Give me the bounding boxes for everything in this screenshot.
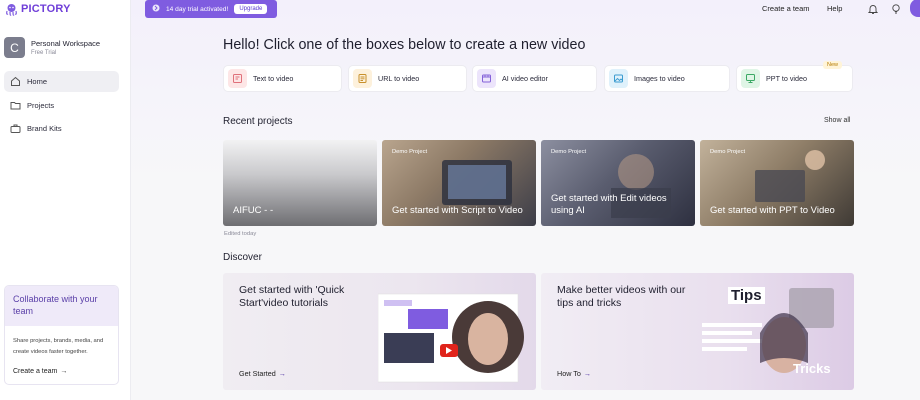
project-title: Get started with PPT to Video bbox=[710, 205, 835, 216]
sidebar: PICTORY C Personal Workspace Free Trial … bbox=[0, 0, 131, 400]
rocket-icon bbox=[152, 4, 160, 14]
home-icon bbox=[10, 76, 21, 87]
trial-banner: 14 day trial activated! Upgrade bbox=[145, 0, 277, 18]
discover-title: Discover bbox=[223, 252, 262, 263]
sidebar-item-home[interactable]: Home bbox=[4, 71, 119, 92]
tricks-overlay-text: Tricks bbox=[793, 361, 831, 376]
arrow-right-icon: → bbox=[583, 369, 592, 378]
upgrade-button[interactable]: Upgrade bbox=[234, 4, 268, 14]
text-to-video-label: Text to video bbox=[253, 74, 294, 83]
sidebar-nav: Home Projects Brand Kits bbox=[4, 71, 119, 142]
ai-video-editor-label: AI video editor bbox=[502, 74, 548, 83]
images-to-video-button[interactable]: Images to video bbox=[604, 65, 730, 92]
page-headline: Hello! Click one of the boxes below to c… bbox=[223, 37, 586, 53]
edited-timestamp: Edited today bbox=[224, 231, 257, 237]
sidebar-item-brand-kits[interactable]: Brand Kits bbox=[4, 118, 119, 139]
sidebar-item-label: Home bbox=[27, 77, 48, 86]
video-editor-icon bbox=[477, 69, 496, 88]
tips-overlay-text: Tips bbox=[728, 287, 765, 304]
arrow-right-icon: → bbox=[60, 368, 68, 375]
how-to-label: How To bbox=[557, 369, 581, 378]
arrow-right-icon: → bbox=[278, 369, 286, 378]
ppt-to-video-icon bbox=[741, 69, 760, 88]
project-card[interactable]: AIFUC - - bbox=[223, 140, 377, 226]
briefcase-icon bbox=[10, 123, 21, 134]
project-card[interactable]: Demo Project Get started with PPT to Vid… bbox=[700, 140, 854, 226]
discover-card-tips[interactable]: Make better videos with our tips and tri… bbox=[541, 273, 854, 390]
demo-project-tag: Demo Project bbox=[551, 149, 587, 155]
url-to-video-button[interactable]: URL to video bbox=[348, 65, 467, 92]
project-title: AIFUC - - bbox=[233, 205, 274, 216]
demo-project-tag: Demo Project bbox=[392, 149, 428, 155]
sidebar-item-label: Brand Kits bbox=[27, 124, 62, 133]
collaborate-card: Collaborate with your team Share project… bbox=[4, 285, 119, 385]
project-title: Get started with Script to Video bbox=[392, 205, 523, 216]
folder-icon bbox=[10, 100, 21, 111]
project-card[interactable]: Demo Project Get started with Edit video… bbox=[541, 140, 695, 226]
create-team-link[interactable]: Create a team → bbox=[13, 368, 67, 375]
workspace-switcher[interactable]: C Personal Workspace Free Trial bbox=[4, 37, 100, 58]
octopus-logo-icon bbox=[6, 3, 17, 16]
sidebar-item-label: Projects bbox=[27, 100, 55, 110]
get-started-link[interactable]: Get Started → bbox=[239, 369, 286, 378]
pictory-logo[interactable]: PICTORY bbox=[5, 2, 71, 16]
project-title: Get started with Edit videos using AI bbox=[551, 193, 667, 216]
help-button[interactable]: Help bbox=[827, 4, 842, 13]
user-avatar[interactable] bbox=[910, 0, 920, 17]
collaborate-description: Share projects, brands, media, and creat… bbox=[13, 338, 104, 355]
create-team-button[interactable]: Create a team bbox=[762, 4, 810, 13]
text-to-video-icon bbox=[228, 69, 247, 88]
create-team-link-label: Create a team bbox=[13, 368, 58, 375]
url-to-video-icon bbox=[353, 69, 372, 88]
recent-projects-title: Recent projects bbox=[223, 116, 293, 127]
images-to-video-icon bbox=[609, 69, 628, 88]
discover-card-title: Make better videos with our tips and tri… bbox=[557, 284, 686, 309]
logo-text: PICTORY bbox=[21, 3, 71, 15]
show-all-link[interactable]: Show all bbox=[824, 117, 850, 124]
project-card[interactable]: Demo Project Get started with Script to … bbox=[382, 140, 536, 226]
workspace-avatar: C bbox=[4, 37, 25, 58]
workspace-plan: Free Trial bbox=[31, 50, 57, 56]
tutorial-thumbnail bbox=[378, 293, 524, 383]
workspace-name: Personal Workspace bbox=[31, 39, 101, 48]
ppt-to-video-label: PPT to video bbox=[766, 74, 808, 83]
demo-project-tag: Demo Project bbox=[710, 149, 746, 155]
new-badge: New bbox=[822, 61, 842, 69]
ai-video-editor-button[interactable]: AI video editor bbox=[472, 65, 597, 92]
lightbulb-icon[interactable] bbox=[890, 3, 902, 15]
images-to-video-label: Images to video bbox=[634, 74, 685, 83]
collaborate-title: Collaborate with your team bbox=[13, 294, 98, 316]
trial-text: 14 day trial activated! bbox=[166, 5, 229, 13]
how-to-link[interactable]: How To → bbox=[557, 369, 591, 378]
url-to-video-label: URL to video bbox=[378, 74, 420, 83]
sidebar-item-projects[interactable]: Projects bbox=[4, 95, 119, 116]
collaborate-header: Collaborate with your team bbox=[5, 286, 118, 326]
bell-icon[interactable] bbox=[867, 3, 879, 15]
text-to-video-button[interactable]: Text to video bbox=[223, 65, 342, 92]
get-started-label: Get Started bbox=[239, 369, 276, 378]
ppt-to-video-button[interactable]: PPT to video New bbox=[736, 61, 853, 92]
discover-card-title: Get started with 'Quick Start'video tuto… bbox=[239, 284, 345, 309]
discover-card-quick-start[interactable]: Get started with 'Quick Start'video tuto… bbox=[223, 273, 536, 390]
